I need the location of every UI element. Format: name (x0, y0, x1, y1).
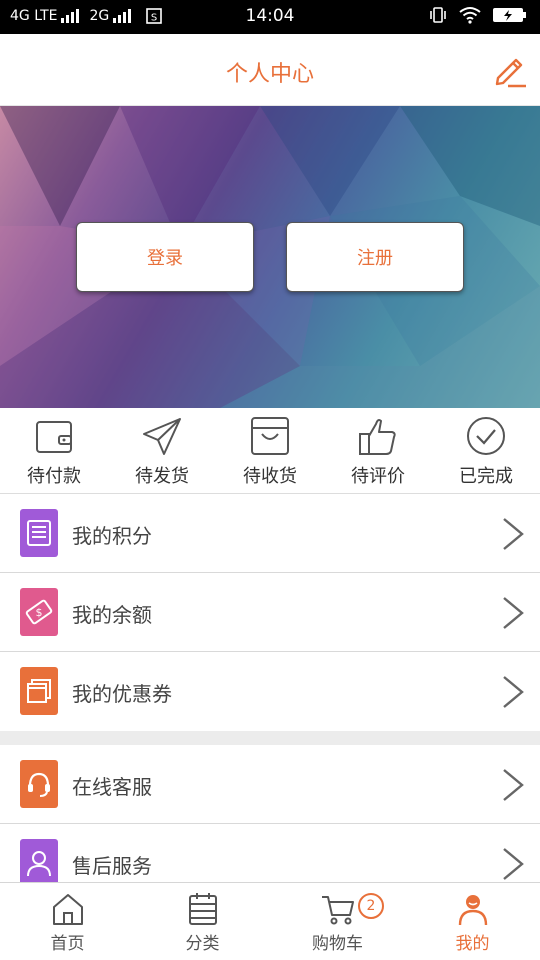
wallet-icon (36, 421, 72, 453)
menu-label: 在线客服 (72, 775, 152, 799)
status-bar: 4G LTE 2G S 14:04 (0, 0, 540, 34)
menu-item-balance[interactable]: $ 我的余额 (0, 573, 540, 652)
menu-item-coupons[interactable]: 我的优惠券 (0, 652, 540, 731)
order-label: 待付款 (27, 466, 81, 487)
chevron-right-icon (503, 518, 524, 550)
svg-text:$: $ (36, 606, 43, 619)
order-label: 已完成 (459, 466, 513, 487)
pencil-icon (495, 58, 526, 88)
order-pending-review[interactable]: 待评价 (324, 408, 432, 493)
chevron-right-icon (503, 597, 524, 629)
paper-plane-icon (143, 418, 181, 455)
menu-label: 我的优惠券 (72, 682, 172, 706)
tab-mine[interactable]: 我的 (405, 883, 540, 960)
wifi-icon (459, 7, 481, 24)
vibrate-icon (430, 7, 446, 23)
list-icon (20, 509, 58, 557)
page-title: 个人中心 (225, 62, 314, 87)
money-icon: $ (20, 588, 58, 636)
order-label: 待发货 (135, 466, 189, 487)
menu-label: 我的余额 (72, 603, 152, 627)
tab-cart[interactable]: 购物车 2 (270, 883, 405, 960)
tab-label: 首页 (50, 934, 85, 954)
chevron-right-icon (503, 676, 524, 708)
battery-icon (493, 8, 526, 22)
order-pending-payment[interactable]: 待付款 (0, 408, 108, 493)
tab-label: 购物车 (312, 934, 363, 954)
bottom-tab-bar: 首页 分类 购物车 2 我的 (0, 882, 540, 960)
order-label: 待评价 (351, 466, 405, 487)
app-header: 个人中心 (0, 34, 540, 106)
tab-home[interactable]: 首页 (0, 883, 135, 960)
edit-button[interactable] (490, 50, 530, 90)
thumbs-up-icon (359, 419, 396, 455)
coupon-icon (20, 667, 58, 715)
check-circle-icon (467, 417, 505, 455)
cart-icon (321, 896, 354, 925)
order-label: 待收货 (243, 466, 297, 487)
system-icons (428, 6, 528, 24)
home-icon (52, 894, 83, 925)
order-pending-shipment[interactable]: 待发货 (108, 408, 216, 493)
box-icon (251, 417, 289, 455)
menu-label: 售后服务 (72, 854, 152, 878)
register-button[interactable]: 注册 (286, 222, 464, 292)
order-status-row: 待付款 待发货 待收货 待评价 已完成 (0, 408, 540, 494)
profile-banner: 登录 注册 (0, 106, 540, 408)
menu-item-customer-service[interactable]: 在线客服 (0, 745, 540, 824)
chevron-right-icon (503, 769, 524, 801)
menu-item-points[interactable]: 我的积分 (0, 494, 540, 573)
cart-count-badge: 2 (358, 893, 384, 919)
chevron-right-icon (503, 848, 524, 880)
tab-category[interactable]: 分类 (135, 883, 270, 960)
menu-label: 我的积分 (72, 524, 152, 548)
category-icon (188, 893, 217, 925)
order-completed[interactable]: 已完成 (432, 408, 540, 493)
user-icon (458, 895, 487, 926)
headset-icon (20, 760, 58, 808)
section-divider (0, 731, 540, 745)
order-pending-receipt[interactable]: 待收货 (216, 408, 324, 493)
person-icon (20, 839, 58, 887)
tab-label: 我的 (455, 934, 490, 954)
login-button[interactable]: 登录 (76, 222, 254, 292)
tab-label: 分类 (185, 934, 220, 954)
